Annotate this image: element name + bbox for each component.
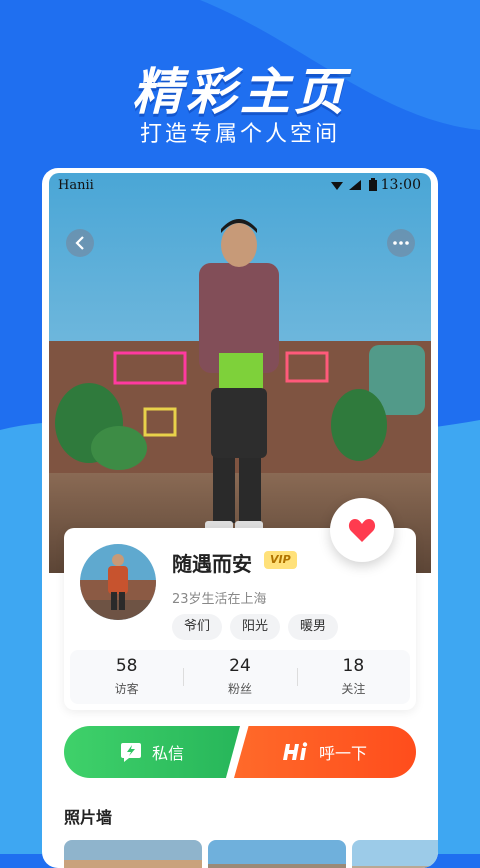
vip-badge: VIP	[264, 551, 297, 569]
signal-icon	[349, 180, 361, 190]
stat-value: 24	[229, 656, 251, 676]
photo-thumbnail[interactable]	[208, 840, 346, 868]
heart-icon	[348, 519, 376, 542]
photo-wall-title: 照片墙	[64, 808, 113, 827]
more-options-button[interactable]	[387, 229, 415, 257]
stat-fans[interactable]: 24 粉丝	[183, 650, 296, 704]
tag-chip: 阳光	[230, 614, 281, 640]
stat-value: 58	[115, 656, 138, 676]
more-dots-icon	[393, 241, 409, 245]
say-hi-button[interactable]: 呼一下	[234, 726, 416, 778]
profile-bio: 23岁生活在上海	[172, 592, 267, 607]
stat-label: 关注	[341, 682, 366, 696]
hero-subtitle: 打造专属个人空间	[139, 122, 340, 147]
status-bar: Hanii 13:00	[49, 173, 431, 199]
stat-following[interactable]: 18 关注	[296, 650, 410, 704]
avatar[interactable]	[80, 544, 156, 620]
phone-mockup: Hanii 13:00 随遇而安 VIP 23岁生活在上海 爷们 阳光 暖男 5…	[42, 168, 438, 868]
status-app-name: Hanii	[58, 178, 94, 193]
stat-visitors[interactable]: 58 访客	[70, 650, 183, 704]
tag-chip: 爷们	[172, 614, 223, 640]
stat-label: 访客	[114, 682, 139, 696]
hero-title: 精彩主页	[132, 63, 348, 121]
like-button[interactable]	[330, 498, 394, 562]
photo-wall-list	[64, 840, 438, 868]
photo-thumbnail[interactable]	[352, 840, 438, 868]
stat-label: 粉丝	[227, 682, 252, 696]
photo-thumbnail[interactable]	[64, 840, 202, 868]
battery-icon	[369, 178, 377, 191]
stat-value: 18	[342, 656, 365, 676]
chevron-left-icon	[75, 236, 84, 250]
tag-chip: 暖男	[288, 614, 339, 640]
say-hi-button-label: 呼一下	[318, 744, 367, 763]
back-button[interactable]	[66, 229, 94, 257]
wifi-icon	[331, 182, 343, 190]
hi-icon	[282, 742, 308, 760]
tag-list: 爷们 阳光 暖男	[172, 614, 339, 640]
stats-bar: 58 访客 24 粉丝 18 关注	[70, 650, 410, 704]
nickname: 随遇而安	[172, 552, 252, 576]
chat-bolt-icon	[120, 743, 141, 762]
message-button[interactable]: 私信	[64, 726, 240, 778]
status-time: 13:00	[380, 177, 421, 193]
message-button-label: 私信	[151, 744, 184, 763]
